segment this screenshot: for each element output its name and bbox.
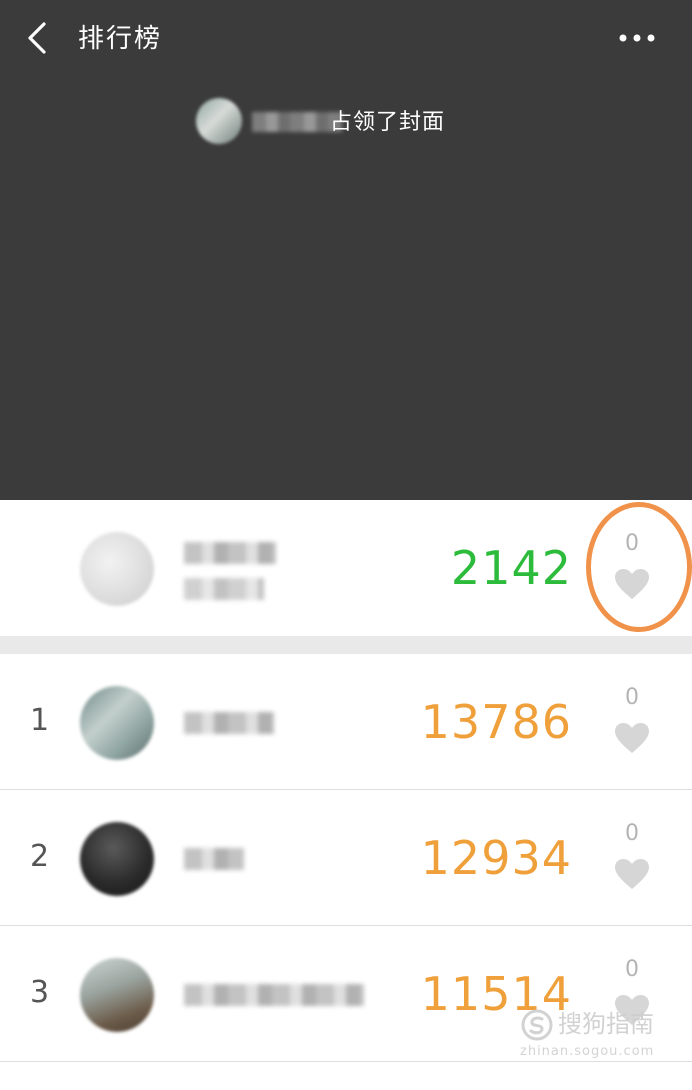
watermark-url: zhinan.sogou.com — [520, 1044, 655, 1059]
blurred-subtitle — [184, 578, 264, 600]
step-count: 12934 — [420, 831, 572, 885]
cover-owner-notice: 占领了封面 — [196, 98, 516, 150]
rank-number: 3 — [30, 975, 50, 1010]
chevron-left-icon — [28, 22, 46, 54]
blurred-username — [252, 112, 342, 132]
cover-banner: 排行榜 占领了封面 — [0, 0, 692, 500]
top-bar: 排行榜 — [0, 0, 692, 80]
section-divider — [0, 636, 692, 654]
more-button[interactable] — [612, 24, 662, 52]
blurred-username — [184, 542, 276, 564]
more-horizontal-icon — [619, 34, 655, 42]
rank-row-1[interactable]: 1 13786 0 — [0, 654, 692, 790]
like-control[interactable]: 0 — [602, 684, 662, 754]
step-count: 13786 — [420, 695, 572, 749]
like-count: 0 — [625, 685, 639, 710]
heart-icon[interactable] — [614, 722, 650, 754]
blurred-username — [184, 712, 274, 734]
blurred-username — [184, 848, 244, 870]
rank-number: 2 — [30, 839, 50, 874]
highlight-annotation — [586, 502, 692, 632]
watermark: 搜狗指南 zhinan.sogou.com — [520, 1004, 680, 1068]
like-count: 0 — [625, 957, 639, 982]
watermark-text: 搜狗指南 — [558, 1010, 654, 1038]
cover-notice-text: 占领了封面 — [330, 110, 446, 135]
blurred-username — [184, 984, 364, 1006]
heart-icon[interactable] — [614, 858, 650, 890]
avatar[interactable] — [196, 98, 242, 144]
rank-number: 1 — [30, 703, 50, 738]
avatar[interactable] — [80, 822, 154, 896]
like-control[interactable]: 0 — [602, 820, 662, 890]
avatar[interactable] — [80, 686, 154, 760]
step-count: 2142 — [450, 541, 572, 595]
avatar[interactable] — [80, 532, 154, 606]
sogou-logo-icon — [521, 1009, 553, 1041]
like-count: 0 — [625, 821, 639, 846]
avatar[interactable] — [80, 958, 154, 1032]
back-button[interactable] — [18, 18, 58, 58]
rank-row-2[interactable]: 2 12934 0 — [0, 790, 692, 926]
page-title: 排行榜 — [78, 24, 163, 54]
